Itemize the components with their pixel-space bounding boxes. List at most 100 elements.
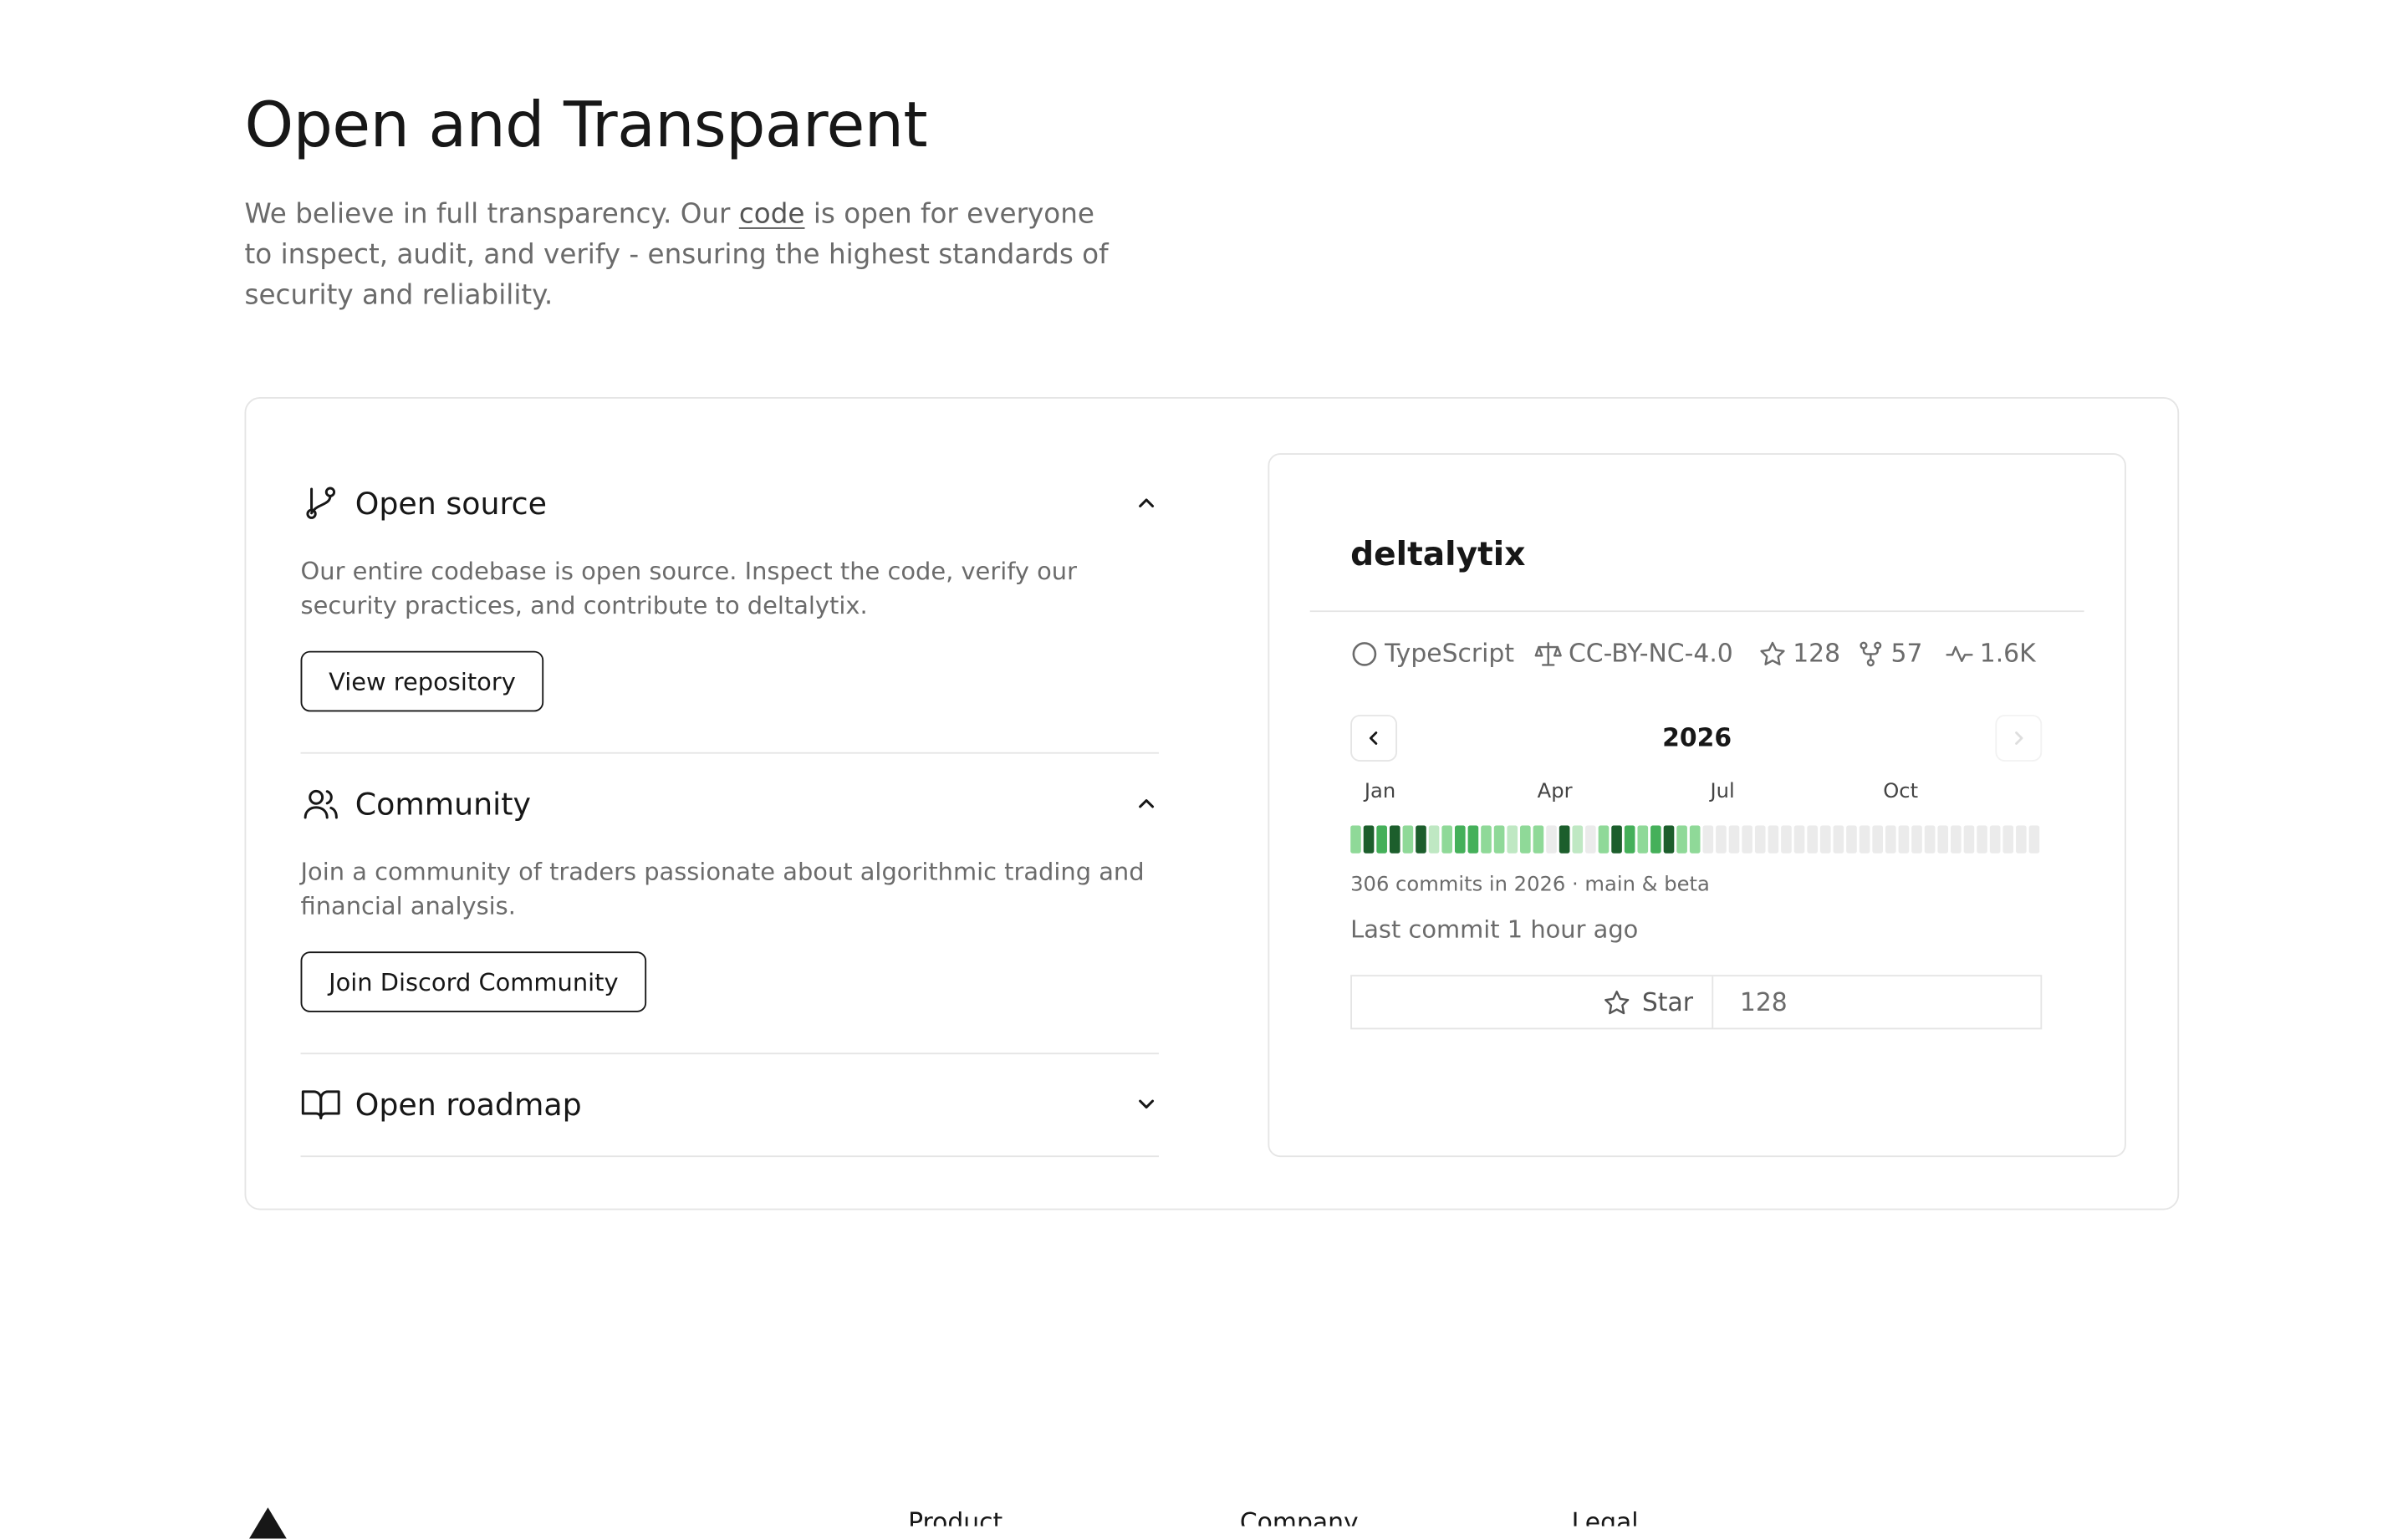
- heatmap-cell: [1872, 825, 1884, 854]
- accordion-header-open-source[interactable]: Open source: [301, 482, 1159, 525]
- activity-stat: 1.6K: [1946, 639, 2036, 668]
- heatmap-cell: [1702, 825, 1714, 854]
- star-icon: [1758, 640, 1787, 668]
- star-icon: [1603, 988, 1631, 1017]
- next-year-button[interactable]: [1995, 715, 2043, 762]
- heatmap-cell: [1742, 825, 1752, 854]
- accordion-item-community: Community Join a community of traders pa…: [300, 754, 1159, 1055]
- language-label: TypeScript: [1385, 638, 1515, 669]
- join-discord-button[interactable]: Join Discord Community: [300, 951, 647, 1012]
- description-text: We believe in full transparency. Our: [244, 199, 739, 231]
- chevron-up-icon: [1134, 791, 1159, 816]
- star-label: Star: [1641, 987, 1693, 1017]
- code-link[interactable]: code: [739, 199, 805, 230]
- heatmap-cell: [1624, 825, 1635, 854]
- heatmap-cell: [1441, 825, 1453, 854]
- accordion-title: Community: [355, 785, 531, 822]
- month-label: Oct: [1883, 780, 1919, 804]
- heatmap-cell: [1546, 825, 1557, 854]
- scale-icon: [1534, 640, 1563, 668]
- stars-count: 128: [1793, 638, 1841, 669]
- heatmap-cell: [1951, 825, 1962, 854]
- heatmap-cell: [1963, 825, 1975, 854]
- heatmap-cell: [1898, 825, 1910, 854]
- heatmap-cell: [1598, 825, 1610, 854]
- heatmap-cell: [1467, 825, 1479, 854]
- heatmap-cell: [1911, 825, 1922, 854]
- view-repository-button[interactable]: View repository: [300, 650, 544, 712]
- heatmap-cell: [1493, 825, 1505, 854]
- contribution-heatmap: [1350, 825, 2040, 854]
- chevron-up-icon: [1134, 491, 1159, 516]
- heatmap-cell: [1885, 825, 1896, 854]
- license-stat: CC-BY-NC-4.0: [1534, 639, 1733, 668]
- star-widget: Star 128: [1350, 975, 2043, 1030]
- star-count[interactable]: 128: [1713, 976, 1788, 1027]
- license-label: CC-BY-NC-4.0: [1568, 638, 1733, 669]
- footer-logo[interactable]: [249, 1507, 287, 1539]
- chevron-right-icon: [2015, 731, 2023, 745]
- heatmap-cell: [1428, 825, 1440, 854]
- heatmap-cell: [1454, 825, 1466, 854]
- heatmap-cell: [1937, 825, 1949, 854]
- activity-icon: [1946, 640, 1974, 668]
- language-stat: TypeScript: [1350, 639, 1514, 668]
- accordion-item-open-source: Open source Our entire codebase is open …: [300, 453, 1159, 754]
- footer-heading-product: Product: [908, 1507, 1003, 1526]
- accordion-body: Our entire codebase is open source. Insp…: [300, 557, 1077, 620]
- heatmap-cell: [1363, 825, 1375, 854]
- accordion-body: Join a community of traders passionate a…: [300, 858, 1145, 920]
- accordion-title: Open roadmap: [355, 1086, 582, 1123]
- heatmap-cell: [2028, 825, 2040, 854]
- heatmap-cell: [1481, 825, 1492, 854]
- heatmap-cell: [1389, 825, 1400, 854]
- heatmap-cell: [1676, 825, 1687, 854]
- heatmap-cell: [1807, 825, 1818, 854]
- forks-stat: 57: [1857, 638, 1923, 669]
- transparency-card: Open source Our entire codebase is open …: [244, 397, 2180, 1210]
- heatmap-cell: [1793, 825, 1805, 854]
- page-title: Open and Transparent: [244, 90, 928, 162]
- heatmap-cell: [1533, 825, 1544, 854]
- heatmap-cell: [1989, 825, 2001, 854]
- heatmap-cell: [1859, 825, 1870, 854]
- heatmap-cell: [1924, 825, 1936, 854]
- heatmap-cell: [1833, 825, 1844, 854]
- accordion-header-community[interactable]: Community: [301, 782, 1159, 825]
- heatmap-cell: [1572, 825, 1584, 854]
- circle-icon: [1350, 640, 1379, 668]
- heatmap-cell: [1507, 825, 1518, 854]
- footer-heading-company: Company: [1239, 1507, 1359, 1526]
- fork-icon: [1857, 640, 1885, 668]
- heatmap-cell: [1781, 825, 1792, 854]
- users-icon: [301, 783, 341, 823]
- heatmap-cell: [1637, 825, 1649, 854]
- heatmap-cell: [1611, 825, 1622, 854]
- heatmap-cell: [1728, 825, 1740, 854]
- heatmap-cell: [1416, 825, 1426, 854]
- heatmap-cell: [1585, 825, 1596, 854]
- star-button[interactable]: Star: [1352, 976, 1714, 1028]
- footer-heading-legal: Legal: [1571, 1507, 1639, 1526]
- heatmap-cell: [1520, 825, 1531, 854]
- accordion-header-open-roadmap[interactable]: Open roadmap: [301, 1083, 1159, 1126]
- heatmap-cell: [2016, 825, 2027, 854]
- heatmap-cell: [1350, 825, 1361, 854]
- page: Open and Transparent We believe in full …: [0, 0, 2408, 1539]
- heatmap-cell: [1559, 825, 1570, 854]
- heatmap-cell: [1663, 825, 1675, 854]
- heatmap-cell: [1650, 825, 1661, 854]
- chevron-down-icon: [1134, 1092, 1159, 1117]
- heatmap-cell: [1977, 825, 1987, 854]
- heatmap-cell: [1819, 825, 1831, 854]
- heatmap-cell: [1376, 825, 1387, 854]
- heatmap-cell: [2002, 825, 2014, 854]
- repository-name[interactable]: deltalytix: [1350, 536, 1525, 573]
- divider: [1309, 610, 2084, 613]
- month-label: Apr: [1537, 780, 1573, 804]
- forks-count: 57: [1890, 638, 1923, 669]
- commits-summary: 306 commits in 2026 · main & beta: [1350, 874, 1710, 898]
- accordion-item-open-roadmap: Open roadmap: [300, 1054, 1159, 1158]
- month-label: Jan: [1364, 780, 1396, 804]
- heatmap-cell: [1846, 825, 1857, 854]
